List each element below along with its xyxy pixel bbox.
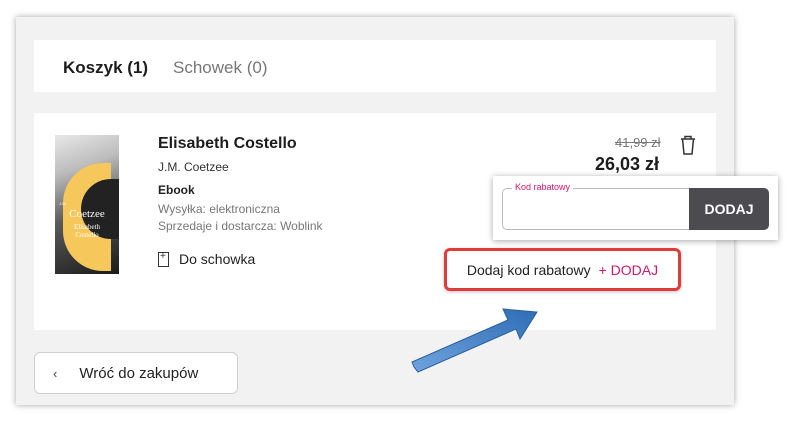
tab-cart[interactable]: Koszyk (1) — [63, 58, 148, 78]
cover-author: Coetzee — [69, 208, 105, 220]
item-format: Ebook — [158, 183, 195, 197]
cover-initials: J.M. — [59, 201, 67, 206]
add-promo-code-link[interactable]: + DODAJ — [599, 262, 659, 278]
item-author[interactable]: J.M. Coetzee — [158, 160, 229, 174]
save-to-wishlist-button[interactable]: Do schowka — [158, 251, 255, 267]
promo-code-popup: Kod rabatowy DODAJ — [493, 176, 778, 240]
trash-icon[interactable] — [679, 134, 697, 156]
chevron-left-icon: ‹ — [53, 365, 58, 381]
tab-wishlist[interactable]: Schowek (0) — [173, 58, 267, 78]
cart-tabs: Koszyk (1) Schowek (0) — [34, 40, 716, 92]
promo-code-field[interactable]: Kod rabatowy — [502, 182, 692, 230]
apply-promo-code-button[interactable]: DODAJ — [689, 188, 769, 230]
item-seller: Sprzedaje i dostarcza: Woblink — [158, 219, 323, 233]
cover-title: Elisabeth Costello — [57, 223, 117, 239]
promo-code-row: Dodaj kod rabatowy + DODAJ — [444, 248, 681, 291]
promo-code-field-label: Kod rabatowy — [512, 182, 574, 192]
cover-title-line2: Costello — [75, 231, 99, 239]
promo-code-label: Dodaj kod rabatowy — [466, 261, 591, 278]
book-cover[interactable]: J.M. Coetzee Elisabeth Costello — [55, 135, 119, 274]
cover-title-line1: Elisabeth — [73, 223, 101, 231]
current-price: 26,03 zł — [595, 154, 660, 174]
old-price: 41,99 zł — [615, 135, 661, 150]
promo-code-input[interactable] — [511, 199, 681, 221]
bookmark-plus-icon — [158, 251, 169, 267]
back-to-shopping-label: Wróć do zakupów — [79, 364, 199, 382]
back-to-shopping-button[interactable]: ‹ Wróć do zakupów — [34, 352, 238, 394]
item-shipping: Wysyłka: elektroniczna — [158, 202, 280, 216]
item-title[interactable]: Elisabeth Costello — [158, 135, 297, 153]
save-to-wishlist-label: Do schowka — [179, 251, 256, 267]
